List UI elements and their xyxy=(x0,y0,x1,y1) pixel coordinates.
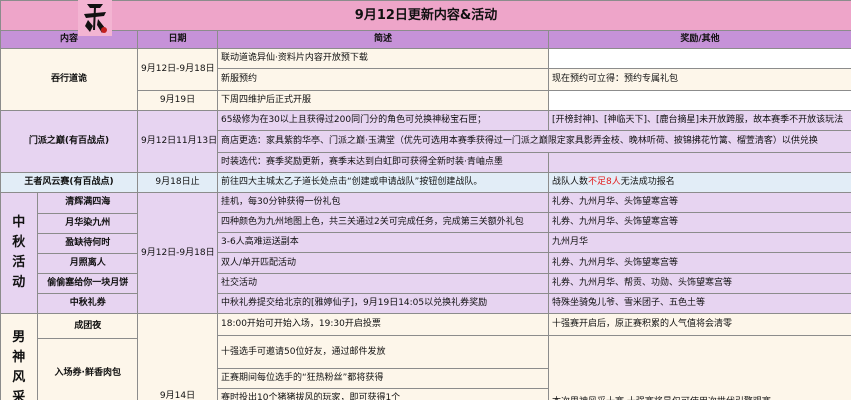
sheet-title: 9月12日更新内容&活动 xyxy=(0,0,851,31)
group-midautumn: 中秋活动 清辉满四海 月华染九州 盈缺待何时 月照离人 偷偷塞给你一块月饼 中秋… xyxy=(0,192,138,314)
activity-name: 盈缺待何时 xyxy=(37,232,137,254)
activity-name: 偷偷塞给你一块月饼 xyxy=(37,272,137,294)
event-desc: 时装选代：赛季奖励更新，赛季末达到白虹即可获得全新时装·青岫点墨 xyxy=(217,152,549,173)
event-desc: 65级修为在30以上且获得过200同门分的角色可兑换神秘宝石匣； xyxy=(217,110,549,131)
activity-name: 月华染九州 xyxy=(37,212,137,234)
group-label-text: 男神风采 xyxy=(12,330,26,400)
activity-name: 中秋礼券 xyxy=(37,292,137,313)
reward-warning: 不足8人 xyxy=(588,177,621,187)
activity-reward: 礼券、九州月华、帮贡、功勋、头饰望寒宫等 xyxy=(547,272,851,294)
header-reward: 奖励/其他 xyxy=(547,30,851,49)
event-date-wangzhe: 9月18日止 xyxy=(137,172,218,193)
activity-reward: 十强赛开启后，原正赛积累的人气值将会清零 xyxy=(547,313,851,336)
event-reward: 战队人数不足8人无法成功报名 xyxy=(547,172,851,193)
activity-name: 入场券·鲜香肉包 xyxy=(37,338,137,400)
group-label: 男神风采 xyxy=(1,314,38,400)
reward-text: 战队人数 xyxy=(552,177,589,187)
header-content: 内容 xyxy=(0,30,138,49)
activity-reward: 礼券、九州月华、头饰望寒宫等 xyxy=(547,212,851,234)
event-desc: 下周四维护后正式开服 xyxy=(217,90,549,111)
activity-reward: 本次男神风采十赛 十强赛将最仅可使用次世代引擎观赛 xyxy=(547,335,851,400)
event-name-wangzhe: 王者风云赛(有百战点) xyxy=(0,172,138,193)
event-desc: 前往四大主城太乙子道长处点击“创建或申请战队”按钮创建战队。 xyxy=(217,172,549,193)
event-reward: [开榜封神]、[神临天下]、[鹿台摘星]未开放跨服，故本赛季不开放该玩法 xyxy=(547,110,851,131)
header-date: 日期 xyxy=(137,30,218,49)
group-label-text: 中秋活动 xyxy=(12,215,26,290)
activity-name: 成团夜 xyxy=(37,314,137,340)
activity-desc: 四种颜色为九州地图上色，共三关通过2关可完成任务，完成第三关额外礼包 xyxy=(217,212,549,234)
update-table: 9月12日更新内容&活动 内容 日期 简述 奖励/其他 吞行道诡 9月12日-9… xyxy=(0,0,851,400)
group-label: 中秋活动 xyxy=(1,193,38,313)
activity-desc: 双人/单开匹配活动 xyxy=(217,252,549,274)
activity-name: 清辉满四海 xyxy=(37,193,137,214)
event-desc: 联动道诡异仙·资料片内容开放预下载 xyxy=(217,48,549,69)
activity-reward: 礼券、九州月华、头饰望寒宫等 xyxy=(547,191,851,214)
group-malegod: 男神风采 成团夜 入场券·鲜香肉包 xyxy=(0,313,138,400)
event-reward: 现在预约可立得：预约专属礼包 xyxy=(547,68,851,91)
activity-desc: 正赛期间每位选手的“狂热粉丝”都将获得 xyxy=(217,368,549,389)
activity-desc: 挂机，每30分钟获得一份礼包 xyxy=(217,191,549,214)
event-desc: 新服预约 xyxy=(217,68,549,91)
activity-desc: 18:00开始可开始入场，19:30开启投票 xyxy=(217,313,549,336)
activity-desc: 中秋礼券提交给北京的[雅婷仙子]，9月19日14:05以兑换礼券奖励 xyxy=(217,292,549,315)
activity-desc: 社交活动 xyxy=(217,272,549,294)
header-summary: 简述 xyxy=(217,30,549,49)
event-name-menpai: 门派之巅(有百战点) xyxy=(0,110,138,173)
event-reward xyxy=(547,48,851,69)
event-reward xyxy=(547,90,851,111)
activity-date-malegod: 9月14日 xyxy=(137,313,218,400)
reward-text: 无法成功报名 xyxy=(620,177,675,187)
event-desc: 商店更选：家具紫韵华亭、门派之巅·玉满堂（优先可选用本赛季获得过一门派之巅限定家… xyxy=(216,130,851,153)
activity-name: 月照离人 xyxy=(37,252,137,274)
event-name-tunxing: 吞行道诡 xyxy=(0,48,138,111)
activity-desc: 3-6人高难运送副本 xyxy=(217,232,549,254)
activity-date-midautumn: 9月12日-9月18日 xyxy=(137,192,218,314)
activity-reward: 九州月华 xyxy=(547,232,851,254)
tiandao-logo xyxy=(78,0,112,36)
activity-desc: 十强选手可邀请50位好友，通过邮件发放 xyxy=(217,335,549,369)
event-date-menpai: 9月12日11月13日 xyxy=(137,110,218,173)
event-reward xyxy=(547,152,851,173)
spreadsheet: 9月12日更新内容&活动 内容 日期 简述 奖励/其他 吞行道诡 9月12日-9… xyxy=(0,0,851,400)
event-date-tunxing: 9月12日-9月18日 xyxy=(137,48,218,91)
activity-desc: 赛时投出10个猪猪拔风的玩家，即可获得1个 xyxy=(217,388,549,400)
activity-reward: 特殊坐骑兔儿爷、雪米团子、五色土等 xyxy=(547,292,851,315)
event-date-open: 9月19日 xyxy=(137,90,218,111)
activity-reward: 礼券、九州月华、头饰望寒宫等 xyxy=(547,252,851,274)
